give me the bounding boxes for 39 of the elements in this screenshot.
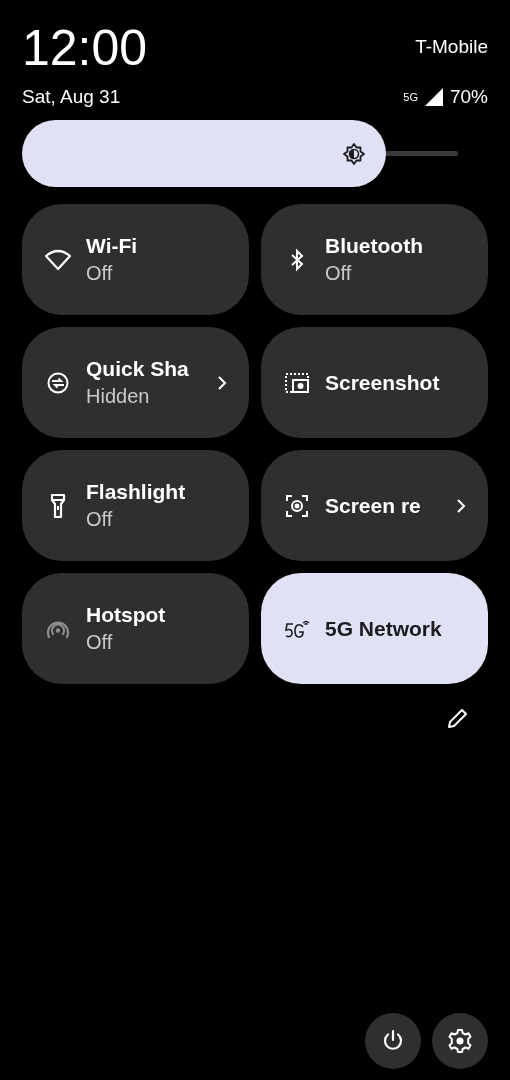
- tile-label: Quick Sha: [86, 357, 190, 381]
- settings-icon: [447, 1028, 473, 1054]
- clock: 12:00: [22, 20, 148, 76]
- flashlight-icon: [49, 492, 67, 519]
- screen-record-icon: [285, 493, 309, 518]
- carrier-name: T-Mobile: [415, 36, 488, 58]
- tile-label: Hotspot: [86, 603, 167, 627]
- network-5g-icon: [284, 618, 310, 639]
- tile-label: Wi-Fi: [86, 234, 139, 258]
- quick-settings-tile[interactable]: Quick Sha Hidden: [22, 327, 249, 438]
- date: Sat, Aug 31: [22, 86, 121, 108]
- tile-label: Screenshot: [325, 370, 441, 395]
- quick-settings-tile[interactable]: Bluetooth Off: [261, 204, 488, 315]
- share-icon: [46, 370, 70, 395]
- quick-settings-tile[interactable]: Wi-Fi Off: [22, 204, 249, 315]
- tile-status: Hidden: [86, 385, 151, 408]
- network-type: 5G: [403, 91, 418, 103]
- tile-label: Screen re: [325, 493, 422, 518]
- battery-level: 70%: [449, 86, 488, 108]
- tile-status: Off: [325, 262, 353, 285]
- screenshot-icon: [284, 371, 310, 394]
- pencil-icon: [446, 706, 470, 730]
- wifi-icon: [44, 248, 72, 271]
- bluetooth-icon: [289, 247, 305, 272]
- tile-status: Off: [86, 631, 114, 654]
- tile-status: Off: [86, 262, 114, 285]
- settings-button[interactable]: [432, 1013, 488, 1069]
- signal-icon: [423, 87, 444, 107]
- tile-label: Bluetooth: [325, 234, 424, 258]
- power-icon: [381, 1029, 405, 1053]
- quick-settings-tile[interactable]: 5G Network: [261, 573, 488, 684]
- tile-label: Flashlight: [86, 480, 187, 504]
- tile-label: 5G Network: [325, 616, 443, 641]
- quick-settings-tile[interactable]: Screen re: [261, 450, 488, 561]
- quick-settings-tile[interactable]: Screenshot: [261, 327, 488, 438]
- brightness-icon: [342, 141, 367, 166]
- power-button[interactable]: [365, 1013, 421, 1069]
- tile-status: Off: [86, 508, 114, 531]
- quick-settings-tile[interactable]: Flashlight Off: [22, 450, 249, 561]
